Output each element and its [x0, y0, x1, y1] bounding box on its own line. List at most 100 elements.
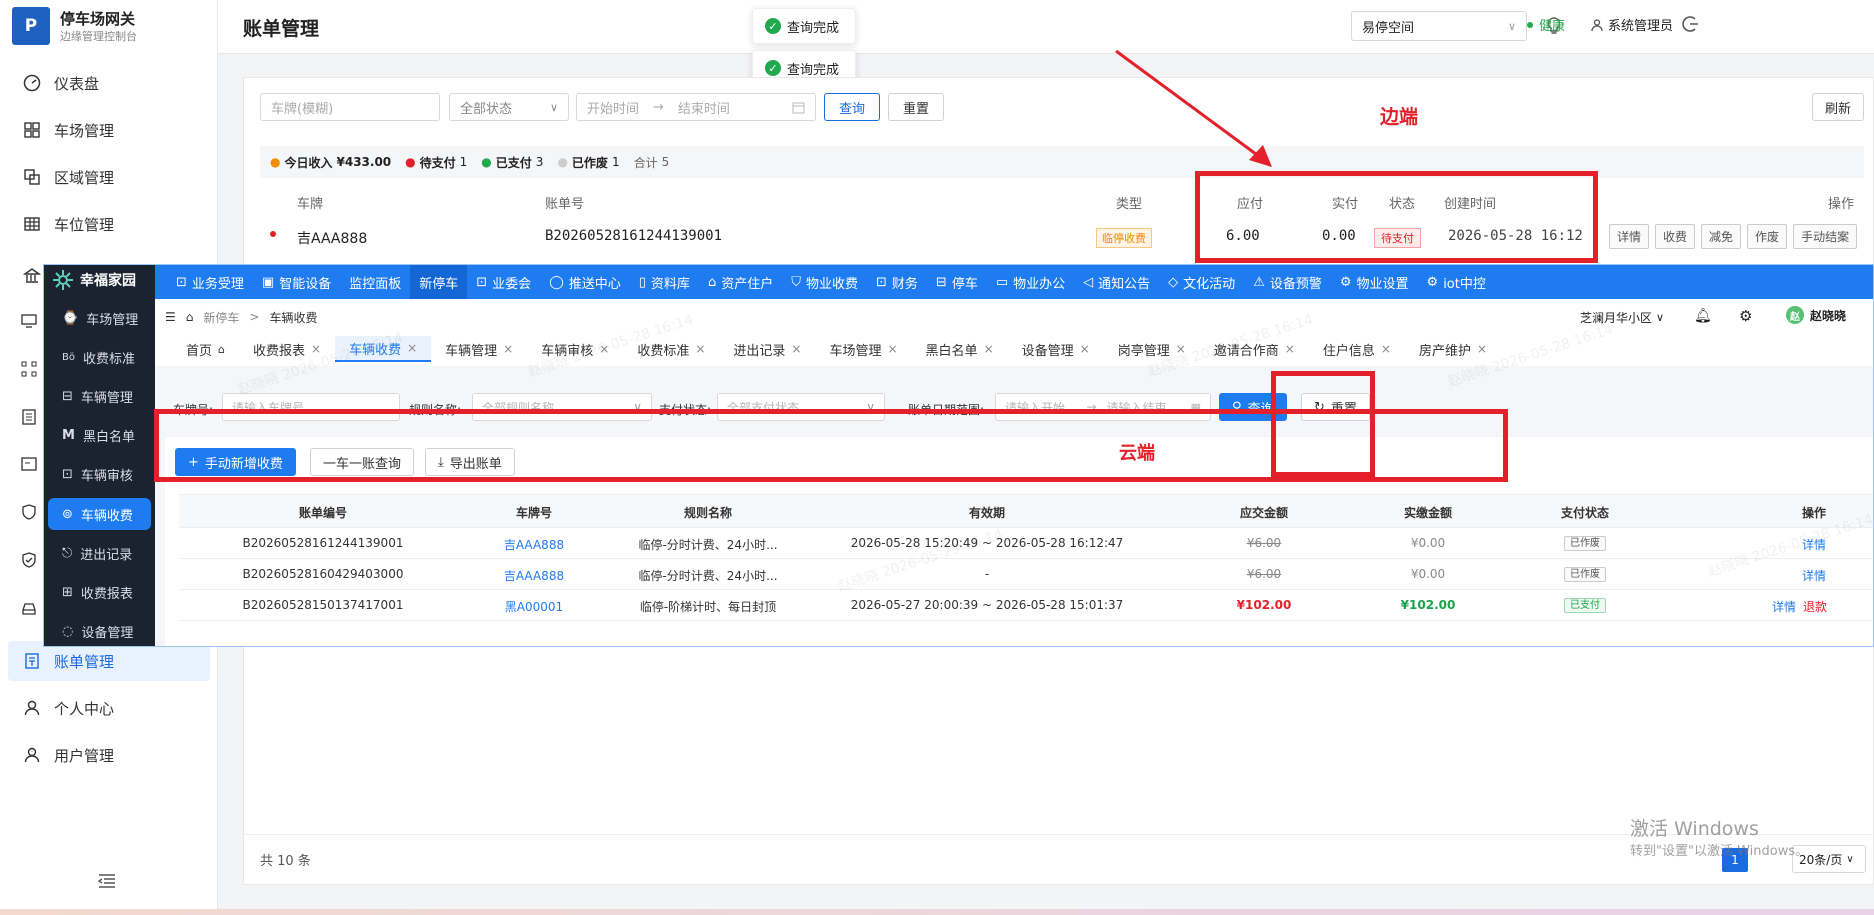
- charge-button[interactable]: 收费: [1655, 224, 1696, 249]
- tab-label: 首页: [186, 343, 213, 359]
- cloud-menu-access-log[interactable]: ⎋ 进出记录: [48, 537, 151, 569]
- detail-link[interactable]: 详情: [1784, 567, 1844, 584]
- cell-plate-link[interactable]: 吉AAA888: [444, 536, 624, 553]
- detail-button[interactable]: 详情: [1609, 224, 1650, 249]
- topnav-settings[interactable]: ⚙ 物业设置: [1331, 265, 1418, 299]
- topnav-library[interactable]: ▯ 资料库: [630, 265, 699, 299]
- chevron-down-icon: ∨: [1507, 19, 1516, 33]
- close-icon[interactable]: ×: [887, 342, 897, 356]
- tab-parking-lot[interactable]: 车场管理 ×: [815, 336, 911, 362]
- doc-icon: ▯: [638, 274, 646, 290]
- topnav-monitor[interactable]: 监控面板: [340, 265, 410, 299]
- cloud-menu-fee-report[interactable]: ⊞ 收费报表: [48, 576, 151, 608]
- topnav-devices[interactable]: ▣ 智能设备: [253, 265, 340, 299]
- tab-label: 房产维护: [1418, 343, 1471, 359]
- query-button[interactable]: 查询: [824, 93, 880, 121]
- topnav-new-parking[interactable]: 新停车: [410, 265, 468, 299]
- tab-resident[interactable]: 住户信息 ×: [1309, 336, 1405, 362]
- topnav-finance[interactable]: ⊡ 财务: [867, 265, 927, 299]
- user-menu[interactable]: 系统管理员: [1590, 15, 1673, 34]
- menu-toggle-icon[interactable]: ☰: [165, 310, 176, 324]
- label: 业委会: [492, 276, 532, 292]
- close-icon[interactable]: ×: [1477, 342, 1487, 356]
- topnav-business[interactable]: ⊡ 业务受理: [167, 265, 253, 299]
- close-icon[interactable]: ×: [1285, 342, 1295, 356]
- cloud-menu-device[interactable]: ◌ 设备管理: [48, 615, 151, 646]
- cloud-menu-audit[interactable]: ⊡ 车辆审核: [48, 458, 151, 490]
- topnav-iot[interactable]: ⚙ iot中控: [1418, 265, 1495, 299]
- col-plate: 车牌: [297, 197, 324, 212]
- app-subtitle: 边缘管理控制台: [60, 30, 137, 43]
- tab-device[interactable]: 设备管理 ×: [1008, 336, 1104, 362]
- nav-item-users[interactable]: 用户管理: [8, 735, 210, 775]
- user-icon: [1591, 18, 1603, 31]
- void-button[interactable]: 作废: [1747, 224, 1788, 249]
- cloud-menu-parking-lot[interactable]: ⌚ 车场管理: [48, 302, 151, 334]
- car-icon: ⊟: [935, 274, 947, 290]
- close-icon[interactable]: ×: [503, 342, 513, 356]
- logout-icon[interactable]: [1680, 14, 1700, 34]
- home-icon[interactable]: ⌂: [186, 310, 194, 324]
- topnav-culture[interactable]: ◇ 文化活动: [1159, 265, 1244, 299]
- topnav-assets[interactable]: ⌂ 资产住户: [699, 265, 782, 299]
- tab-vehicle[interactable]: 车辆管理 ×: [431, 336, 527, 362]
- menu-label: 收费报表: [80, 586, 133, 602]
- nav-item-bill[interactable]: 账单管理: [8, 641, 210, 681]
- cloud-window: 幸福家园 ⌚ 车场管理 Bö 收费标准 ⊟ 车辆管理 M 黑白名单 ⊡ 车辆审核 ⊚ 车辆收…: [43, 264, 1874, 647]
- col-due: 应交金额: [1239, 506, 1288, 520]
- topnav-office[interactable]: ▭ 物业办公: [987, 265, 1074, 299]
- discount-button[interactable]: 减免: [1701, 224, 1742, 249]
- nav-item-space[interactable]: 车位管理: [8, 204, 210, 244]
- refund-link[interactable]: 退款: [1803, 598, 1827, 615]
- cell-bill-no: B20260528150137417001: [242, 598, 404, 612]
- status-select[interactable]: 全部状态 ∨: [449, 93, 569, 121]
- close-icon[interactable]: ×: [791, 342, 801, 356]
- tab-label: 收费报表: [253, 343, 306, 359]
- topnav-push[interactable]: ◯ 推送中心: [540, 265, 630, 299]
- cell-plate-link[interactable]: 黑A00001: [444, 598, 624, 615]
- cloud-menu-blacklist[interactable]: M 黑白名单: [48, 419, 151, 451]
- close-icon[interactable]: ×: [1080, 342, 1090, 356]
- value: 1: [611, 155, 620, 169]
- nav-item-parking-lot[interactable]: 车场管理: [8, 110, 210, 150]
- topnav-notice[interactable]: ◁ 通知公告: [1074, 265, 1159, 299]
- close-icon[interactable]: ×: [984, 342, 994, 356]
- bell-icon[interactable]: 🔔︎: [1694, 308, 1712, 324]
- nav-item-dashboard[interactable]: 仪表盘: [8, 63, 210, 103]
- collapse-menu-icon[interactable]: [98, 873, 116, 889]
- reset-button[interactable]: 重置: [888, 93, 944, 121]
- manual-close-button[interactable]: 手动结案: [1793, 224, 1858, 249]
- nav-item-area[interactable]: 区域管理: [8, 157, 210, 197]
- refresh-button[interactable]: 刷新: [1812, 93, 1864, 121]
- gear-icon[interactable]: ⚙: [1739, 307, 1752, 325]
- tab-home[interactable]: 首页 ⌂: [172, 336, 239, 362]
- detail-link[interactable]: 详情: [1772, 598, 1796, 615]
- tab-access-log[interactable]: 进出记录 ×: [719, 336, 815, 362]
- page-title: 账单管理: [243, 18, 320, 40]
- tab-blacklist[interactable]: 黑白名单 ×: [912, 336, 1008, 362]
- cloud-menu-vehicle[interactable]: ⊟ 车辆管理: [48, 380, 151, 412]
- cloud-menu-fee-standard[interactable]: Bö 收费标准: [48, 341, 151, 373]
- log-icon: [20, 455, 38, 473]
- topnav-committee[interactable]: ⊡ 业委会: [467, 265, 540, 299]
- topnav-parking[interactable]: ⊟ 停车: [927, 265, 987, 299]
- close-icon[interactable]: ×: [695, 342, 705, 356]
- space-select[interactable]: 易停空间 ∨: [1351, 11, 1527, 41]
- edge-annotation-label: 边端: [1380, 106, 1419, 128]
- close-icon[interactable]: ×: [407, 341, 417, 355]
- cell-plate-link[interactable]: 吉AAA888: [444, 567, 624, 584]
- arrow-icon: →: [653, 99, 664, 115]
- summary-paid: ● 已支付 3: [481, 155, 544, 170]
- cloud-user[interactable]: 赵 赵晓晓: [1786, 306, 1846, 324]
- nav-item-profile[interactable]: 个人中心: [8, 688, 210, 728]
- date-range-input[interactable]: 开始时间 → 结束时间: [576, 93, 816, 121]
- breadcrumb-item[interactable]: 新停车: [203, 309, 239, 326]
- plate-filter-input[interactable]: 车牌(模糊): [260, 93, 440, 121]
- record-icon: ⎋: [62, 545, 73, 561]
- close-icon[interactable]: ×: [1381, 342, 1391, 356]
- cloud-menu-vehicle-fee[interactable]: ⊚ 车辆收费: [48, 498, 151, 530]
- avatar: 赵: [1786, 306, 1804, 324]
- topnav-alert[interactable]: ⚠ 设备预警: [1244, 265, 1331, 299]
- col-validity: 有效期: [968, 506, 1005, 520]
- topnav-property-fee[interactable]: ⛉ 物业收费: [782, 265, 867, 299]
